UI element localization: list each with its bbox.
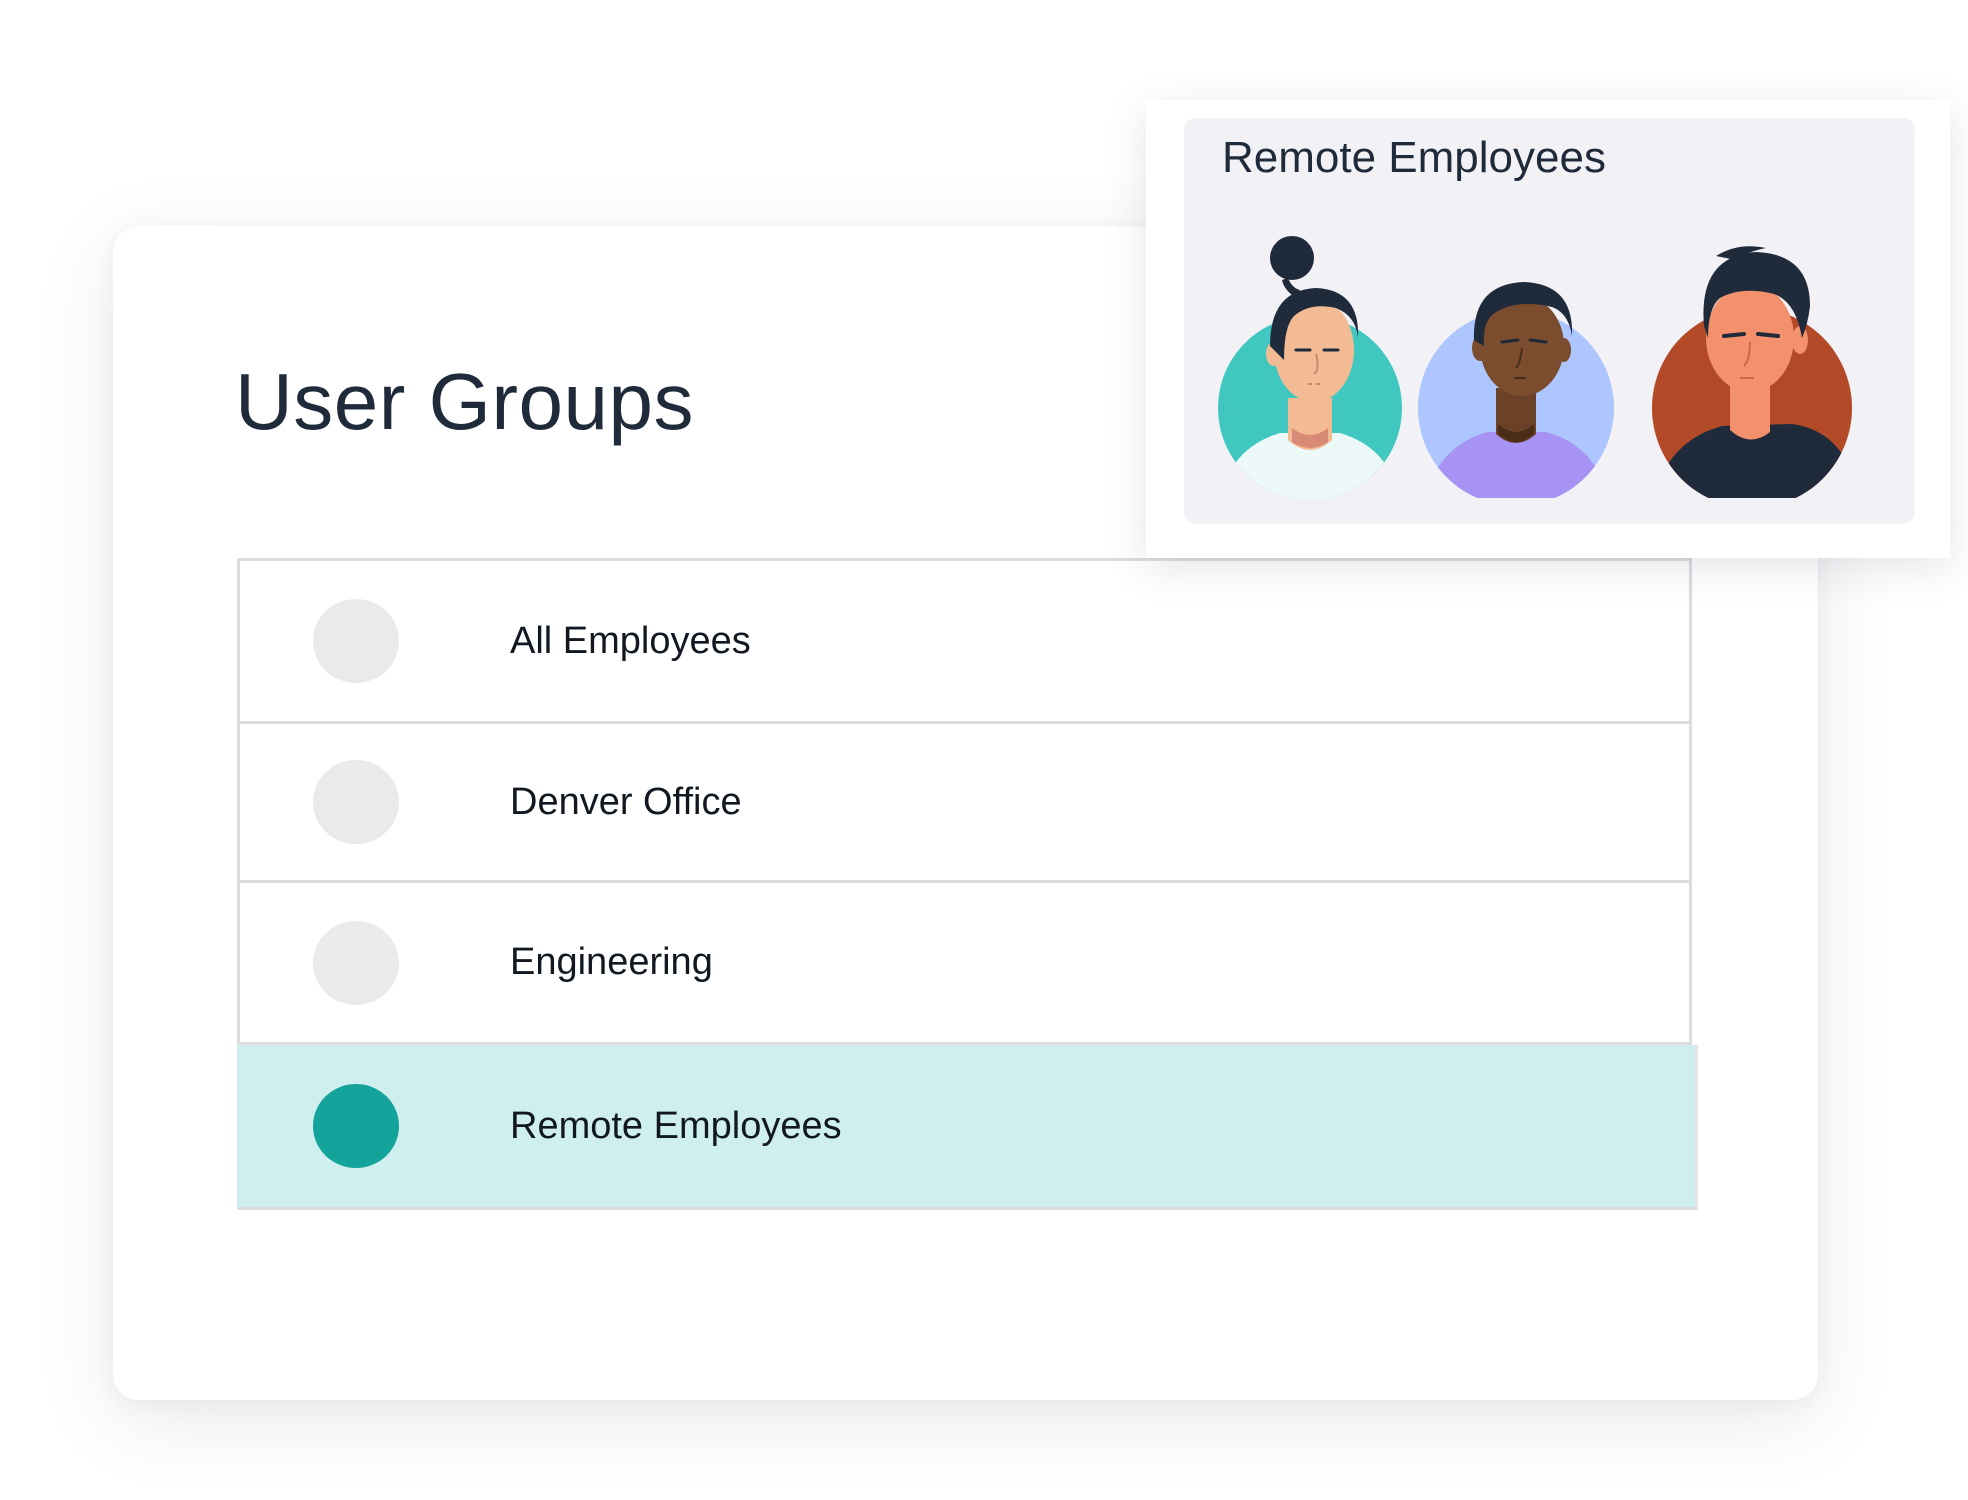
page-title: User Groups bbox=[235, 357, 694, 446]
group-row-remote-employees[interactable]: Remote Employees bbox=[237, 1045, 1698, 1210]
group-list: All Employees Denver Office Engineering … bbox=[237, 558, 1698, 1210]
man-black-hair-avatar-icon bbox=[1652, 246, 1852, 498]
popover-panel: Remote Employees bbox=[1184, 118, 1915, 524]
user-groups-illustration: User Groups All Employees Denver Office … bbox=[0, 0, 1968, 1500]
group-label: Remote Employees bbox=[510, 1104, 842, 1147]
group-row-engineering[interactable]: Engineering bbox=[240, 883, 1689, 1045]
radio-button[interactable] bbox=[313, 760, 399, 844]
group-members-popover: Remote Employees bbox=[1146, 100, 1950, 558]
radio-button[interactable] bbox=[313, 599, 399, 683]
man-dark-skin-avatar-icon bbox=[1418, 282, 1614, 498]
popover-title: Remote Employees bbox=[1222, 133, 1606, 182]
group-row-all-employees[interactable]: All Employees bbox=[240, 561, 1689, 724]
group-label: Engineering bbox=[510, 941, 713, 983]
group-label: Denver Office bbox=[510, 780, 742, 823]
radio-button[interactable] bbox=[313, 920, 399, 1005]
group-label: All Employees bbox=[510, 619, 751, 662]
group-row-denver-office[interactable]: Denver Office bbox=[240, 724, 1689, 883]
woman-hair-bun-avatar-icon bbox=[1218, 236, 1402, 498]
radio-button-selected[interactable] bbox=[313, 1084, 399, 1168]
